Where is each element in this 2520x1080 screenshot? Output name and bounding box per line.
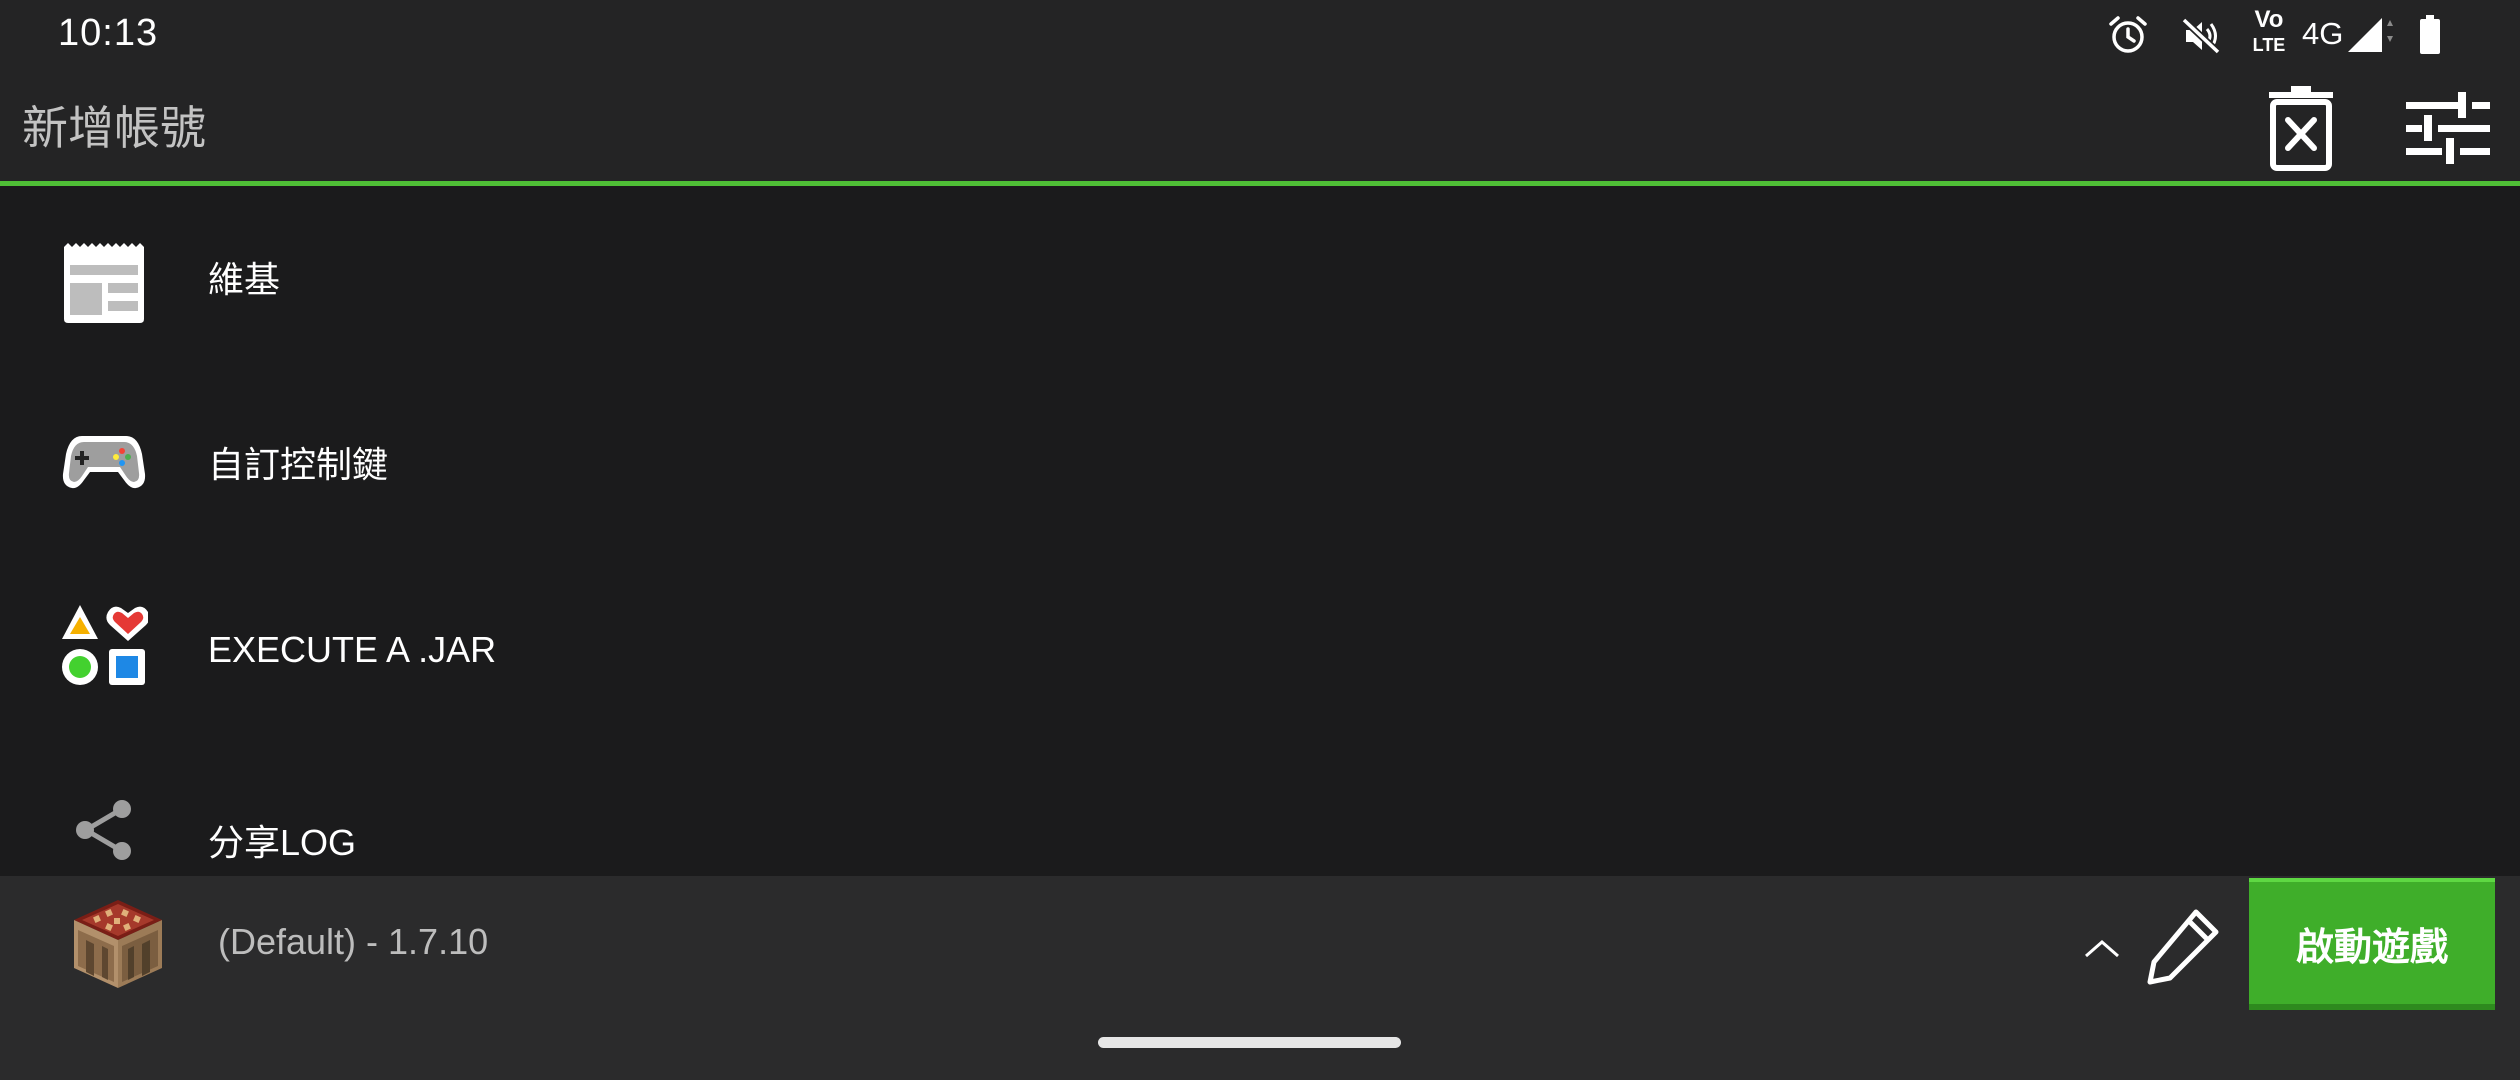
app-header: 新增帳號 (0, 74, 2520, 181)
profile-bar: (Default) - 1.7.10 啟動遊戲 (0, 876, 2520, 1011)
volte-icon: Vo LTE (2248, 8, 2290, 56)
volte-top-label: Vo (2254, 6, 2284, 33)
main-menu-list: 維基 自訂控制鍵 EXECUTE A .JAR 分享LOG (0, 186, 2520, 876)
signal-icon (2348, 18, 2393, 52)
edit-profile-button[interactable] (2142, 906, 2222, 986)
alarm-icon (2109, 16, 2147, 53)
crafting-block-icon[interactable] (70, 896, 166, 992)
pencil-icon (2147, 909, 2219, 985)
wiki-news-icon (58, 237, 150, 329)
gamepad-icon (58, 416, 150, 508)
menu-item-label: 分享LOG (208, 822, 357, 863)
volte-bottom-label: LTE (2252, 35, 2286, 55)
menu-item-wiki[interactable]: 維基 (0, 186, 2520, 371)
menu-item-label: 維基 (208, 259, 281, 300)
chevron-up-icon (2085, 940, 2119, 958)
menu-item-share-log[interactable]: 分享LOG (0, 741, 2520, 876)
status-bar: 10:13 Vo LTE 4G (0, 0, 2520, 74)
launch-game-button[interactable]: 啟動遊戲 (2249, 878, 2495, 1010)
battery-icon (2420, 15, 2440, 54)
menu-item-execute-jar[interactable]: EXECUTE A .JAR (0, 556, 2520, 741)
settings-button[interactable] (2400, 80, 2496, 176)
settings-sliders-icon (2406, 92, 2490, 164)
page-title[interactable]: 新增帳號 (22, 100, 206, 156)
delete-account-button[interactable] (2253, 80, 2349, 176)
mute-icon (2181, 17, 2221, 55)
delete-account-icon (2269, 86, 2333, 171)
expand-profiles-button[interactable] (2080, 932, 2124, 964)
home-gesture-bar[interactable] (1098, 1037, 1401, 1048)
menu-item-label: 自訂控制鍵 (208, 444, 389, 485)
share-icon (58, 784, 150, 876)
shapes-icon (58, 599, 150, 691)
status-time: 10:13 (58, 12, 159, 54)
menu-item-label: EXECUTE A .JAR (208, 629, 497, 670)
menu-item-custom-controls[interactable]: 自訂控制鍵 (0, 371, 2520, 556)
network-type-label: 4G (2302, 16, 2344, 51)
selected-profile-label[interactable]: (Default) - 1.7.10 (218, 920, 488, 964)
system-nav-bar (0, 1011, 2520, 1080)
